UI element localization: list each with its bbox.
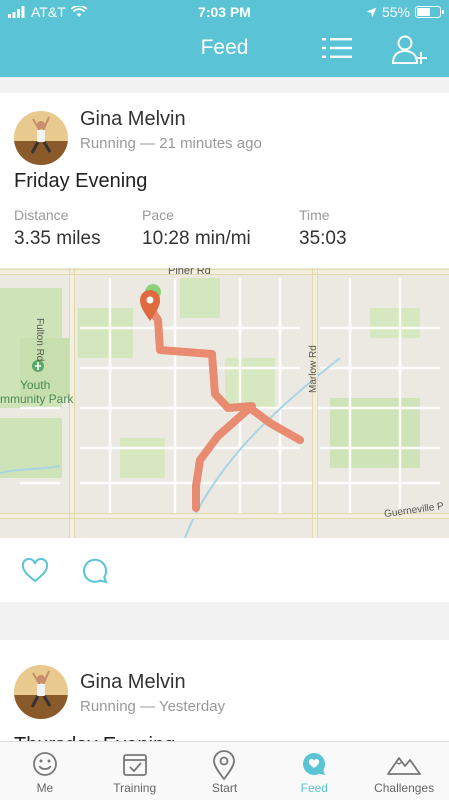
map-label-piner: Piner Rd (168, 268, 211, 277)
tab-bar: Me Training Start Feed Challenges (0, 741, 449, 800)
tab-training-label: Training (113, 781, 157, 795)
time-value: 35:03 (299, 228, 347, 249)
feed-chat-icon (303, 753, 326, 776)
tab-feed[interactable]: Feed (269, 742, 359, 800)
avatar-photo (14, 111, 68, 165)
tab-me[interactable]: Me (0, 742, 90, 800)
tab-me-label: Me (36, 781, 54, 795)
map-label-fulton: Fulton Rd (34, 318, 45, 362)
add-user-icon (391, 35, 427, 64)
tab-training[interactable]: Training (90, 742, 180, 800)
avatar[interactable] (14, 111, 68, 165)
map-label-marlow: Marlow Rd (308, 345, 319, 393)
page-title: Feed (200, 36, 249, 59)
map-label-park-line1: Youth (20, 378, 51, 392)
tab-start[interactable]: Start (180, 742, 270, 800)
distance-value: 3.35 miles (14, 228, 101, 249)
route-map[interactable]: Piner Rd Fulton Rd Marlow Rd Guerneville… (0, 268, 449, 538)
battery-percent: 55% (381, 4, 410, 20)
tab-challenges[interactable]: Challenges (359, 742, 449, 800)
location-arrow-icon (366, 7, 377, 17)
pace-value: 10:28 min/mi (142, 228, 251, 249)
pace-label: Pace (142, 207, 174, 223)
battery-icon (415, 6, 444, 18)
tab-feed-label: Feed (300, 781, 328, 795)
tab-start-label: Start (211, 781, 238, 795)
app-header: AT&T 7:03 PM 55% Feed (0, 0, 449, 77)
calendar-check-icon (122, 754, 147, 776)
list-icon (322, 38, 352, 58)
distance-label: Distance (14, 207, 69, 223)
heart-icon (21, 557, 49, 583)
comment-icon (83, 558, 108, 584)
activity-subtitle: Running — Yesterday (80, 698, 226, 715)
add-friend-button[interactable] (390, 34, 430, 66)
author-name[interactable]: Gina Melvin (80, 108, 186, 131)
like-button[interactable] (20, 556, 50, 586)
feed-card: Gina Melvin Running — 21 minutes ago Fri… (0, 93, 449, 602)
status-right: 55% (366, 4, 444, 20)
location-pin-icon (213, 750, 236, 781)
map-label-park-line2: mmunity Park (0, 392, 74, 406)
feed-divider (0, 602, 449, 640)
avatar[interactable] (14, 665, 68, 719)
author-name[interactable]: Gina Melvin (80, 671, 186, 694)
activity-title[interactable]: Friday Evening (14, 170, 147, 193)
smiley-icon (32, 752, 57, 776)
avatar-photo (14, 665, 68, 719)
comment-button[interactable] (80, 556, 110, 586)
mountains-icon (387, 757, 421, 775)
status-bar: AT&T 7:03 PM 55% (0, 0, 449, 24)
activity-subtitle: Running — 21 minutes ago (80, 135, 262, 152)
list-view-button[interactable] (320, 34, 360, 66)
tab-challenges-label: Challenges (374, 781, 435, 795)
time-label: Time (299, 207, 330, 223)
